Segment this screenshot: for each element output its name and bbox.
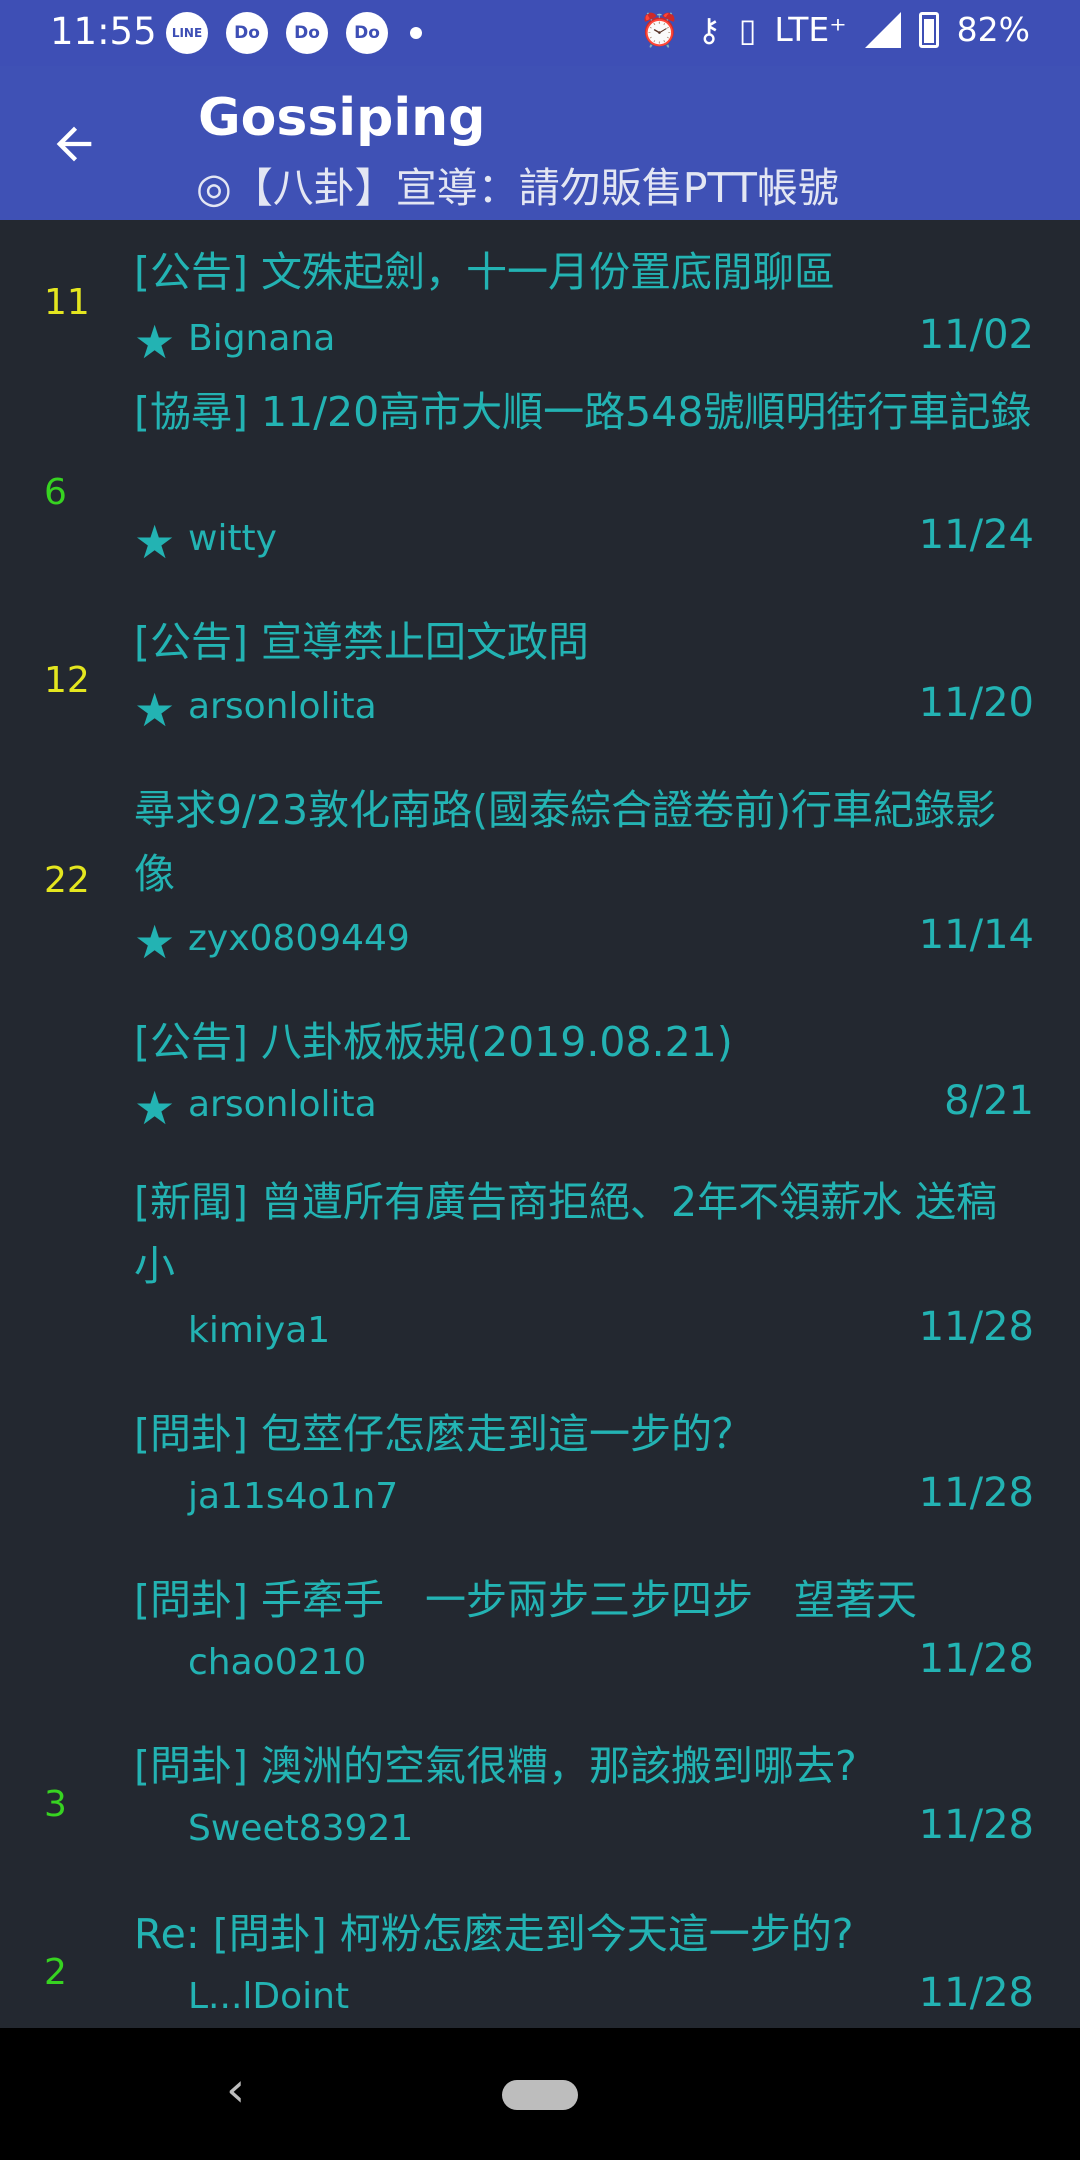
post-meta: ★ arsonlolita 8/21: [134, 1078, 1034, 1138]
do-notification-icon: Do: [346, 12, 388, 54]
push-count: 2: [44, 1952, 67, 1993]
list-item[interactable]: 2 Re: [問卦] 柯粉怎麼走到今天這一步的? L...lDoint 11/2…: [0, 1902, 1080, 2028]
nav-home-pill[interactable]: [502, 2080, 578, 2110]
list-item[interactable]: [問卦] 手牽手 一步兩步三步四步 望著天 chao0210 11/28: [0, 1568, 1080, 1734]
post-meta: L...lDoint 11/28: [134, 1970, 1034, 2028]
post-date: 11/28: [918, 1470, 1034, 1516]
post-date: 11/02: [918, 312, 1034, 358]
list-item[interactable]: 11 [公告] 文殊起劍，十一月份置底閒聊區 ★ Bignana 11/02: [0, 220, 1080, 380]
status-icons: ⏰ ⚷ ▯ LTE⁺ 82%: [639, 10, 1030, 49]
system-nav-bar: ‹: [0, 2028, 1080, 2160]
post-meta: Sweet83921 11/28: [134, 1802, 1034, 1862]
star-icon: ★: [134, 515, 176, 569]
post-author: L...lDoint: [188, 1976, 350, 2017]
post-date: 11/28: [918, 1970, 1034, 2016]
star-icon: ★: [134, 683, 176, 737]
app-bar: Gossiping ◎【八卦】宣導：請勿販售PTT帳號: [0, 66, 1080, 220]
post-author: chao0210: [188, 1642, 367, 1683]
arrow-left-icon: [56, 126, 92, 162]
list-item[interactable]: [問卦] 包莖仔怎麼走到這一步的？ ja11s4o1n7 11/28: [0, 1402, 1080, 1568]
post-date: 11/28: [918, 1304, 1034, 1350]
post-date: 11/14: [918, 912, 1034, 958]
back-arrow-icon[interactable]: [40, 110, 108, 178]
list-item[interactable]: [新聞] 曾遭所有廣告商拒絕、2年不領薪水 送稿小 kimiya1 11/28: [0, 1170, 1080, 1402]
post-meta: kimiya1 11/28: [134, 1304, 1034, 1364]
post-date: 8/21: [944, 1078, 1034, 1124]
push-count: 6: [44, 472, 67, 513]
board-title: Gossiping: [198, 88, 486, 148]
battery-percent: 82%: [956, 10, 1030, 49]
vpn-key-icon: ⚷: [697, 10, 721, 49]
post-title: Re: [問卦] 柯粉怎麼走到今天這一步的?: [134, 1910, 854, 1958]
status-bar: 11:55 LINE Do Do Do ⏰ ⚷ ▯ LTE⁺ 82%: [0, 0, 1080, 66]
post-title: [問卦] 包莖仔怎麼走到這一步的？: [134, 1410, 754, 1458]
push-count: 11: [44, 282, 90, 323]
network-type: LTE⁺: [774, 10, 847, 49]
post-meta: chao0210 11/28: [134, 1636, 1034, 1696]
do-notification-icon: Do: [226, 12, 268, 54]
post-author: arsonlolita: [188, 686, 377, 727]
post-date: 11/24: [918, 512, 1034, 558]
list-item[interactable]: 22 尋求9/23敦化南路(國泰綜合證卷前)行車紀錄影像 ★ zyx080944…: [0, 778, 1080, 1010]
star-icon: ★: [134, 1081, 176, 1135]
post-author: kimiya1: [188, 1310, 331, 1351]
post-title: 尋求9/23敦化南路(國泰綜合證卷前)行車紀錄影像: [134, 786, 997, 898]
star-icon: ★: [134, 915, 176, 969]
push-count: 12: [44, 660, 90, 701]
post-date: 11/20: [918, 680, 1034, 726]
vibrate-icon: ▯: [738, 10, 757, 49]
post-title: [問卦] 澳洲的空氣很糟，那該搬到哪去?: [134, 1742, 857, 1790]
post-meta: ★ witty 11/24: [134, 512, 1034, 572]
post-author: Sweet83921: [188, 1808, 414, 1849]
battery-icon: [918, 11, 939, 48]
alarm-icon: ⏰: [639, 10, 680, 49]
post-title: [新聞] 曾遭所有廣告商拒絕、2年不領薪水 送稿小: [134, 1178, 998, 1290]
post-date: 11/28: [918, 1802, 1034, 1848]
post-author: ja11s4o1n7: [188, 1476, 399, 1517]
more-notifications-icon: [410, 27, 422, 39]
post-author: zyx0809449: [188, 918, 410, 959]
post-author: arsonlolita: [188, 1084, 377, 1125]
star-icon: ★: [134, 315, 176, 369]
post-title: [問卦] 手牽手 一步兩步三步四步 望著天: [134, 1576, 918, 1624]
signal-icon: [864, 11, 901, 48]
nav-back-icon[interactable]: ‹: [226, 2062, 245, 2118]
post-author: Bignana: [188, 318, 336, 359]
list-item[interactable]: [公告] 八卦板板規(2019.08.21) ★ arsonlolita 8/2…: [0, 1010, 1080, 1170]
post-title: [公告] 宣導禁止回文政問: [134, 618, 590, 666]
board-subtitle: ◎【八卦】宣導：請勿販售PTT帳號: [196, 164, 839, 212]
post-author: witty: [188, 518, 277, 559]
post-list[interactable]: 11 [公告] 文殊起劍，十一月份置底閒聊區 ★ Bignana 11/02 6…: [0, 220, 1080, 2028]
do-notification-icon: Do: [286, 12, 328, 54]
push-count: 3: [44, 1784, 67, 1825]
notification-icons: LINE Do Do Do: [166, 12, 422, 54]
post-title: [協尋] 11/20高市大順一路548號順明街行車記錄: [134, 388, 1032, 436]
post-title: [公告] 八卦板板規(2019.08.21): [134, 1018, 733, 1066]
line-notification-icon: LINE: [166, 12, 208, 54]
post-date: 11/28: [918, 1636, 1034, 1682]
post-meta: ★ Bignana 11/02: [134, 312, 1034, 372]
post-title: [公告] 文殊起劍，十一月份置底閒聊區: [134, 248, 836, 296]
post-meta: ja11s4o1n7 11/28: [134, 1470, 1034, 1530]
list-item[interactable]: 3 [問卦] 澳洲的空氣很糟，那該搬到哪去? Sweet83921 11/28: [0, 1734, 1080, 1902]
post-meta: ★ arsonlolita 11/20: [134, 680, 1034, 740]
status-time: 11:55: [50, 10, 157, 53]
list-item[interactable]: 12 [公告] 宣導禁止回文政問 ★ arsonlolita 11/20: [0, 610, 1080, 778]
post-meta: ★ zyx0809449 11/14: [134, 912, 1034, 972]
list-item[interactable]: 6 [協尋] 11/20高市大順一路548號順明街行車記錄 ★ witty 11…: [0, 380, 1080, 610]
push-count: 22: [44, 860, 90, 901]
